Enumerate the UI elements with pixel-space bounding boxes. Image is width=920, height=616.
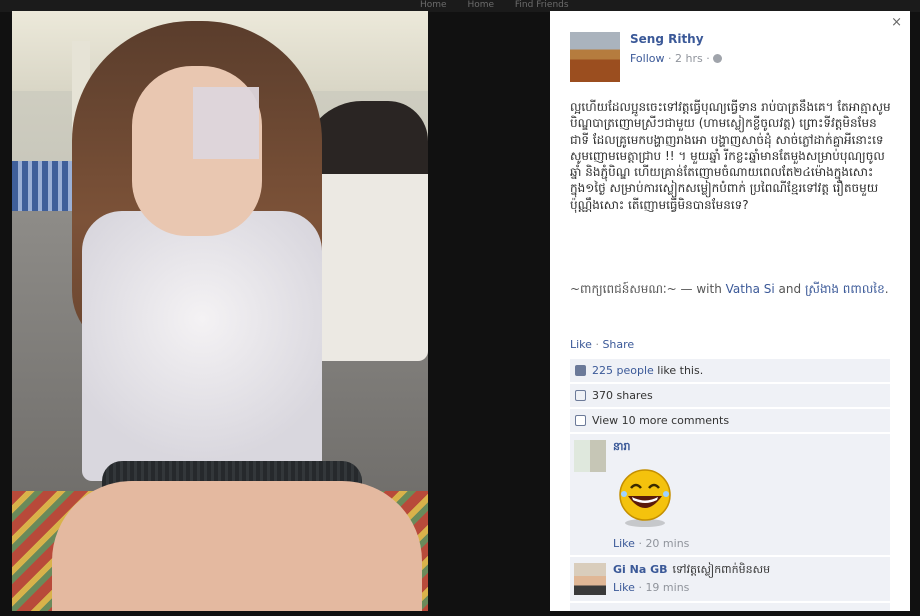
post-text: ល្អហើយដែលប្អូនចេះទៅវត្តធ្វើបុណ្យធ្វើទាន … <box>570 100 891 212</box>
comment-meta-sep: · <box>638 581 642 594</box>
commenter-name-text[interactable]: Gi Na GB <box>613 563 668 576</box>
shares-row[interactable]: 370 shares <box>570 383 890 407</box>
comment-meta-sep: · <box>638 537 642 550</box>
public-globe-icon <box>713 54 723 63</box>
tagged-user-second[interactable]: ស្រីងាង ពពាលខៃ <box>805 282 885 296</box>
lightbox: Home Home Find Friends × Seng Rithy Foll… <box>0 0 920 616</box>
comment-partial <box>570 602 890 611</box>
comment: នារា Like · 20 mins <box>570 433 890 555</box>
comment-icon <box>575 415 586 426</box>
shares-count[interactable]: 370 shares <box>592 389 653 402</box>
photo-blouse <box>82 211 322 481</box>
share-action[interactable]: Share <box>602 338 634 351</box>
top-link-find-friends[interactable]: Find Friends <box>515 0 569 10</box>
view-more-row[interactable]: View 10 more comments <box>570 408 890 432</box>
post-panel: × Seng Rithy Follow · 2 hrs · ល្អហើយដែលប… <box>550 11 910 611</box>
likes-suffix: like this. <box>653 364 704 377</box>
view-more-comments[interactable]: View 10 more comments <box>592 414 729 427</box>
comment-meta: Like · 19 mins <box>613 581 689 594</box>
commenter-avatar[interactable] <box>574 563 606 595</box>
like-action[interactable]: Like <box>570 338 592 351</box>
top-link-home-2[interactable]: Home <box>467 0 494 10</box>
comment: Gi Na GB ទៅវត្តស្លៀកពាក់មិនសម Like · 19 m… <box>570 556 890 601</box>
post-tagline: ~ពាក្យពេជន៍សមណៈ~ — with Vatha Si and ស្រ… <box>570 281 892 297</box>
laughing-emoji-sticker <box>619 469 671 527</box>
post-actions: Like · Share <box>570 338 634 351</box>
post-meta: Follow · 2 hrs · <box>630 52 723 65</box>
comment-time[interactable]: 20 mins <box>645 537 689 550</box>
comment-like-link[interactable]: Like <box>613 537 635 550</box>
post-photo[interactable] <box>12 11 428 611</box>
commenter-avatar[interactable] <box>574 440 606 472</box>
tag-prefix: ~ពាក្យពេជន៍សមណៈ~ — with <box>570 282 726 296</box>
commenter-name[interactable]: នារា <box>613 440 630 456</box>
post-time[interactable]: 2 hrs <box>675 52 703 65</box>
tagged-user-vatha[interactable]: Vatha Si <box>726 282 775 296</box>
meta-separator: · <box>668 52 672 65</box>
close-icon[interactable]: × <box>891 15 902 30</box>
author-name[interactable]: Seng Rithy <box>630 32 704 46</box>
author-avatar[interactable] <box>570 32 620 82</box>
likes-summary: 225 people like this. <box>592 364 703 377</box>
photo-face-blur <box>193 87 259 159</box>
comment-text: ទៅវត្តស្លៀកពាក់មិនសម <box>672 563 771 576</box>
tag-end: . <box>884 282 889 296</box>
follow-link[interactable]: Follow <box>630 52 665 65</box>
actions-separator: · <box>595 338 599 351</box>
top-links: Home Home Find Friends <box>420 0 587 10</box>
meta-separator: · <box>706 52 710 65</box>
share-icon <box>575 390 586 401</box>
thumbs-up-icon <box>575 365 586 376</box>
top-link-home[interactable]: Home <box>420 0 447 10</box>
photo-legs <box>52 481 422 611</box>
likes-count[interactable]: 225 people <box>592 364 654 377</box>
comment-meta: Like · 20 mins <box>613 537 689 550</box>
likes-row: 225 people like this. <box>570 358 890 382</box>
comment-like-link[interactable]: Like <box>613 581 635 594</box>
comment-time[interactable]: 19 mins <box>645 581 689 594</box>
tag-and: and <box>774 282 805 296</box>
commenter-name: Gi Na GB ទៅវត្តស្លៀកពាក់មិនសម <box>613 563 770 579</box>
